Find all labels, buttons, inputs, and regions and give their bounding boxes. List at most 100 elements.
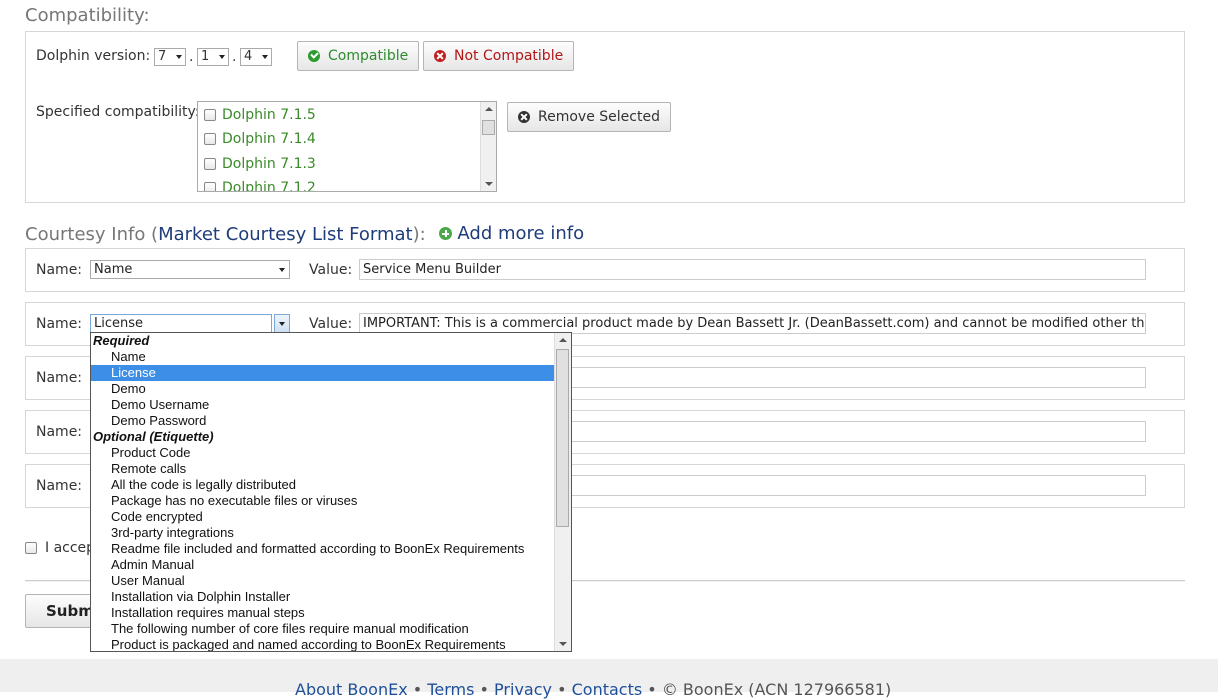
dropdown-option[interactable]: All the code is legally distributed <box>91 477 555 493</box>
close-circle-icon <box>518 111 530 123</box>
plus-circle-icon <box>439 227 453 240</box>
name-select[interactable]: Name <box>90 260 290 279</box>
courtesy-info-heading: Courtesy Info (Market Courtesy List Form… <box>25 223 584 245</box>
add-more-info-label: Add more info <box>457 223 585 244</box>
list-item[interactable]: Dolphin 7.1.5 <box>204 105 316 125</box>
value-input[interactable]: IMPORTANT: This is a commercial product … <box>359 313 1146 334</box>
list-scrollbar[interactable] <box>480 102 496 191</box>
version-separator: . <box>232 49 237 65</box>
courtesy-row: Name: Name Value: Service Menu Builder <box>25 248 1185 292</box>
footer-link-about[interactable]: About BoonEx <box>295 680 408 699</box>
version-major-select[interactable]: 7 <box>154 48 186 66</box>
list-item[interactable]: Dolphin 7.1.2 <box>204 178 316 192</box>
chevron-down-icon <box>279 268 285 272</box>
footer-link-privacy[interactable]: Privacy <box>494 680 552 699</box>
footer-separator: • <box>647 680 662 699</box>
list-item[interactable]: Dolphin 7.1.4 <box>204 129 316 149</box>
accept-checkbox[interactable] <box>25 542 37 554</box>
remove-selected-label: Remove Selected <box>538 109 660 125</box>
list-item-label: Dolphin 7.1.4 <box>222 131 316 147</box>
dropdown-option[interactable]: Remote calls <box>91 461 555 477</box>
chevron-down-icon <box>176 55 182 59</box>
compatible-button[interactable]: Compatible <box>297 41 420 71</box>
dropdown-option[interactable]: Name <box>91 349 555 365</box>
remove-selected-button[interactable]: Remove Selected <box>507 102 671 132</box>
compatible-label: Compatible <box>328 48 409 64</box>
dropdown-option[interactable]: User Manual <box>91 573 555 589</box>
close-circle-icon <box>434 50 446 62</box>
name-select-value: License <box>94 316 144 331</box>
dropdown-option[interactable]: Demo Username <box>91 397 555 413</box>
checkbox[interactable] <box>204 133 216 145</box>
name-label: Name: <box>36 478 83 494</box>
footer-link-terms[interactable]: Terms <box>427 680 474 699</box>
version-major-value: 7 <box>158 49 167 64</box>
chevron-down-icon[interactable] <box>274 314 290 333</box>
specified-compatibility-label: Specified compatibility: <box>36 104 200 120</box>
chevron-down-icon <box>262 55 268 59</box>
scroll-thumb[interactable] <box>556 349 569 527</box>
courtesy-heading-suffix: ): <box>412 224 426 245</box>
specified-compatibility-list[interactable]: Dolphin 7.1.5 Dolphin 7.1.4 Dolphin 7.1.… <box>197 101 497 192</box>
name-label: Name: <box>36 262 83 278</box>
checkbox[interactable] <box>204 158 216 170</box>
scroll-down-icon[interactable] <box>559 642 567 646</box>
dropdown-option[interactable]: Readme file included and formatted accor… <box>91 541 555 557</box>
dropdown-scrollbar[interactable] <box>554 333 571 651</box>
name-options-dropdown[interactable]: Required Name License Demo Demo Username Demo… <box>90 332 572 652</box>
dropdown-option[interactable]: Code encrypted <box>91 509 555 525</box>
list-item-label: Dolphin 7.1.2 <box>222 180 316 192</box>
market-courtesy-format-link[interactable]: Market Courtesy List Format <box>158 224 413 245</box>
dropdown-option[interactable]: The following number of core files requi… <box>91 621 555 637</box>
not-compatible-label: Not Compatible <box>454 48 564 64</box>
accept-terms-row: I accep <box>25 540 95 556</box>
compatibility-heading: Compatibility: <box>25 5 150 26</box>
courtesy-heading-text: Courtesy Info ( <box>25 224 159 245</box>
not-compatible-button[interactable]: Not Compatible <box>423 41 575 71</box>
dropdown-option[interactable]: Package has no executable files or virus… <box>91 493 555 509</box>
version-patch-select[interactable]: 4 <box>240 48 272 66</box>
dropdown-group-header: Optional (Etiquette) <box>93 429 214 444</box>
version-patch-value: 4 <box>244 49 253 64</box>
dropdown-option[interactable]: Admin Manual <box>91 557 555 573</box>
scroll-thumb[interactable] <box>482 120 495 135</box>
footer-link-contacts[interactable]: Contacts <box>572 680 643 699</box>
dropdown-option[interactable]: Product is packaged and named according … <box>91 637 555 651</box>
list-item[interactable]: Dolphin 7.1.3 <box>204 154 316 174</box>
dropdown-option[interactable]: Demo Password <box>91 413 555 429</box>
submit-label: Subm <box>46 602 94 620</box>
chevron-down-icon <box>219 55 225 59</box>
version-separator: . <box>189 49 194 65</box>
value-label: Value: <box>309 262 353 278</box>
dropdown-option[interactable]: Demo <box>91 381 555 397</box>
checkbox[interactable] <box>204 182 216 191</box>
footer-links: About BoonEx • Terms • Privacy • Contact… <box>295 680 891 699</box>
value-input[interactable]: Service Menu Builder <box>359 259 1146 280</box>
list-item-label: Dolphin 7.1.5 <box>222 107 316 123</box>
add-more-info-link[interactable]: Add more info <box>439 223 584 244</box>
compatibility-panel: Dolphin version: 7 . 1 . 4 Compatible No… <box>25 31 1185 203</box>
dropdown-option[interactable]: Product Code <box>91 445 555 461</box>
dropdown-option[interactable]: License <box>91 365 555 381</box>
checkbox[interactable] <box>204 109 216 121</box>
version-minor-select[interactable]: 1 <box>197 48 229 66</box>
dropdown-group-header: Required <box>93 333 150 348</box>
accept-label: I accep <box>45 540 96 556</box>
check-circle-icon <box>308 50 320 62</box>
name-label: Name: <box>36 370 83 386</box>
footer-separator: • <box>412 680 428 699</box>
name-select-value: Name <box>94 262 133 277</box>
value-label: Value: <box>309 316 353 332</box>
dropdown-option[interactable]: Installation via Dolphin Installer <box>91 589 555 605</box>
scroll-down-icon[interactable] <box>485 182 493 186</box>
scroll-up-icon[interactable] <box>485 107 493 111</box>
footer-separator: • <box>479 680 495 699</box>
name-label: Name: <box>36 424 83 440</box>
scroll-up-icon[interactable] <box>559 338 567 342</box>
dropdown-option[interactable]: Installation requires manual steps <box>91 605 555 621</box>
dolphin-version-label: Dolphin version: <box>36 48 151 64</box>
footer: About BoonEx • Terms • Privacy • Contact… <box>0 659 1218 699</box>
name-label: Name: <box>36 316 83 332</box>
dropdown-option[interactable]: 3rd-party integrations <box>91 525 555 541</box>
name-select[interactable]: License <box>90 314 272 333</box>
